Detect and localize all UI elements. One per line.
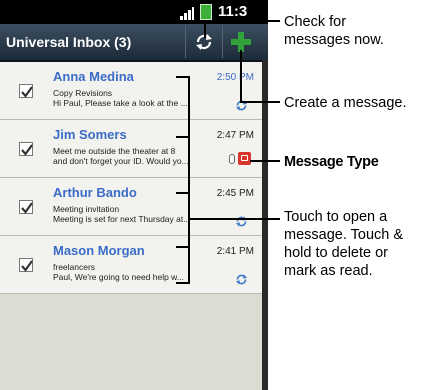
callout-line: [176, 192, 190, 194]
check-icon: [21, 202, 33, 214]
email-icon: [238, 152, 251, 165]
app-titlebar: Universal Inbox (3): [0, 24, 268, 62]
message-time: 2:41 PM: [216, 246, 254, 257]
callout-line: [204, 20, 280, 22]
message-row[interactable]: Mason Morgan 2:41 PM freelancers Paul, W…: [0, 236, 268, 294]
phone-edge: [262, 60, 268, 390]
message-time: 2:47 PM: [216, 130, 254, 141]
message-row[interactable]: Arthur Bando 2:45 PM Meeting invitation …: [0, 178, 268, 236]
message-subject: Copy Revisions: [53, 88, 113, 98]
callout-line: [176, 136, 190, 138]
sender-name: Jim Somers: [53, 127, 127, 142]
row-checkbox[interactable]: [19, 142, 33, 156]
message-list: Anna Medina 2:50 PM Copy Revisions Hi Pa…: [0, 62, 268, 390]
message-row[interactable]: Jim Somers 2:47 PM Meet me outside the t…: [0, 120, 268, 178]
annotation-create: Create a message.: [284, 95, 407, 111]
battery-icon: [200, 4, 212, 20]
message-preview: Paul, We're going to need help w...: [53, 272, 184, 282]
inbox-title: Universal Inbox (3): [6, 34, 132, 50]
callout-line: [188, 76, 190, 284]
divider: [185, 26, 186, 58]
annotation-check: Check for messages now.: [284, 14, 384, 48]
row-checkbox[interactable]: [19, 258, 33, 272]
message-time: 2:45 PM: [216, 188, 254, 199]
callout-line: [250, 160, 280, 162]
signal-icon: [180, 6, 194, 20]
check-icon: [21, 260, 33, 272]
callout-line: [188, 218, 280, 220]
annotation-message-type: Message Type: [284, 154, 379, 170]
message-row[interactable]: Anna Medina 2:50 PM Copy Revisions Hi Pa…: [0, 62, 268, 120]
sender-name: Mason Morgan: [53, 243, 145, 258]
row-checkbox[interactable]: [19, 84, 33, 98]
annotation-touch: Touch to open a message. Touch & hold to…: [284, 209, 404, 279]
row-checkbox[interactable]: [19, 200, 33, 214]
message-time: 2:50 PM: [216, 72, 254, 83]
callout-line: [240, 101, 280, 103]
message-preview: Hi Paul, Please take a look at the ...: [53, 98, 188, 108]
divider: [222, 26, 223, 58]
sender-name: Anna Medina: [53, 69, 134, 84]
sync-icon: [236, 274, 247, 285]
sync-icon: [236, 216, 247, 227]
phone-screen: 11:3 Universal Inbox (3) Anna Medina 2:5…: [0, 0, 268, 390]
message-subject: Meeting invitation: [53, 204, 120, 214]
attachment-icon: [229, 154, 235, 164]
check-icon: [21, 86, 33, 98]
message-preview: and don't forget your ID. Would yo...: [53, 156, 189, 166]
check-icon: [21, 144, 33, 156]
callout-line: [176, 282, 190, 284]
callout-line: [176, 246, 190, 248]
sender-name: Arthur Bando: [53, 185, 137, 200]
message-subject: freelancers: [53, 262, 96, 272]
callout-line: [240, 50, 242, 102]
message-subject: Meet me outside the theater at 8: [53, 146, 176, 156]
callout-line: [204, 20, 206, 38]
